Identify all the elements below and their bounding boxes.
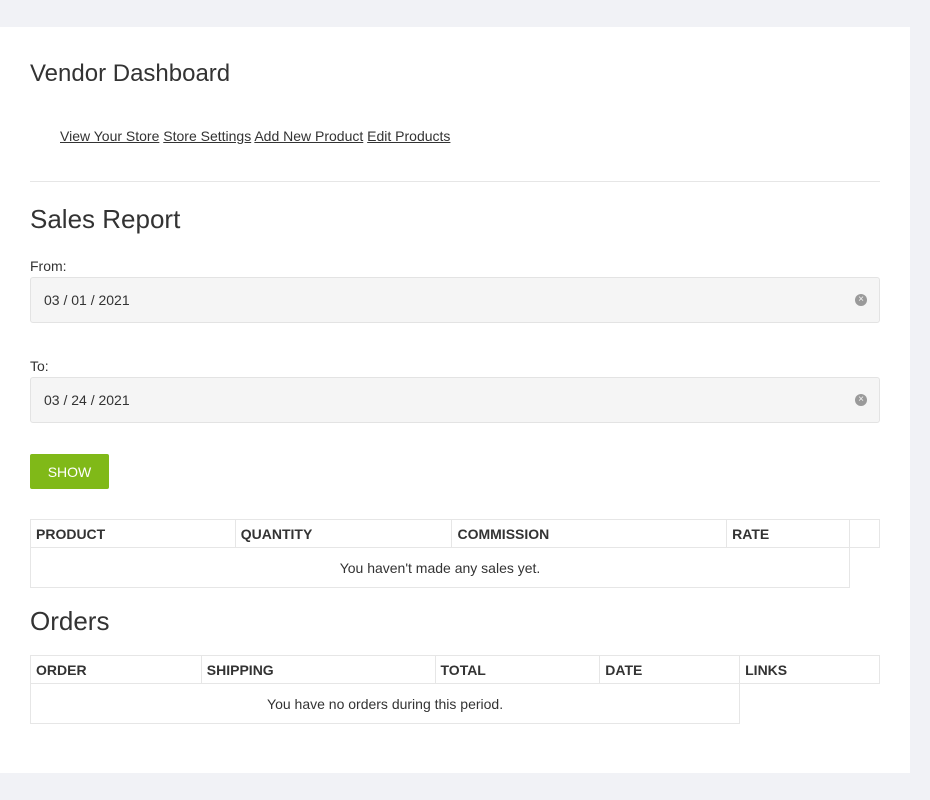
add-new-product-link[interactable]: Add New Product — [254, 128, 363, 144]
page-title: Vendor Dashboard — [30, 60, 231, 87]
sales-table: PRODUCT QUANTITY COMMISSION RATE You hav… — [30, 519, 880, 588]
sales-empty-message: You haven't made any sales yet. — [30, 547, 850, 588]
from-date-input[interactable]: 03 / 01 / 2021 × — [30, 277, 880, 323]
section-divider — [30, 181, 880, 182]
table-row: You have no orders during this period. — [29, 683, 880, 724]
from-label: From: — [30, 258, 67, 274]
column-header-total: TOTAL — [434, 655, 601, 684]
orders-table-header-row: ORDER SHIPPING TOTAL DATE LINKS — [30, 655, 880, 684]
to-date-input[interactable]: 03 / 24 / 2021 × — [30, 377, 880, 423]
to-label: To: — [30, 358, 49, 374]
store-settings-link[interactable]: Store Settings — [163, 128, 251, 144]
empty-cell — [740, 684, 880, 724]
vendor-nav: View Your Store Store Settings Add New P… — [60, 128, 450, 144]
column-header-blank — [849, 519, 880, 548]
edit-products-link[interactable]: Edit Products — [367, 128, 450, 144]
column-header-commission: COMMISSION — [451, 519, 728, 548]
clear-from-date-icon[interactable]: × — [855, 294, 867, 306]
view-store-link[interactable]: View Your Store — [60, 128, 159, 144]
sales-report-title: Sales Report — [30, 204, 181, 234]
to-date-value: 03 / 24 / 2021 — [44, 392, 130, 408]
sales-table-header-row: PRODUCT QUANTITY COMMISSION RATE — [30, 519, 880, 548]
orders-empty-message: You have no orders during this period. — [29, 683, 741, 724]
orders-table: ORDER SHIPPING TOTAL DATE LINKS You have… — [29, 655, 880, 724]
column-header-order: ORDER — [30, 655, 202, 684]
column-header-rate: RATE — [726, 519, 850, 548]
column-header-date: DATE — [599, 655, 741, 684]
from-date-value: 03 / 01 / 2021 — [44, 292, 130, 308]
clear-to-date-icon[interactable]: × — [855, 394, 867, 406]
column-header-links: LINKS — [739, 655, 880, 684]
column-header-quantity: QUANTITY — [234, 519, 453, 548]
orders-title: Orders — [30, 606, 110, 636]
show-button[interactable]: Show — [30, 454, 109, 489]
empty-cell — [850, 548, 880, 588]
column-header-shipping: SHIPPING — [200, 655, 436, 684]
dashboard-card: Vendor Dashboard View Your Store Store S… — [0, 27, 910, 773]
table-row: You haven't made any sales yet. — [30, 547, 880, 588]
column-header-product: PRODUCT — [30, 519, 236, 548]
